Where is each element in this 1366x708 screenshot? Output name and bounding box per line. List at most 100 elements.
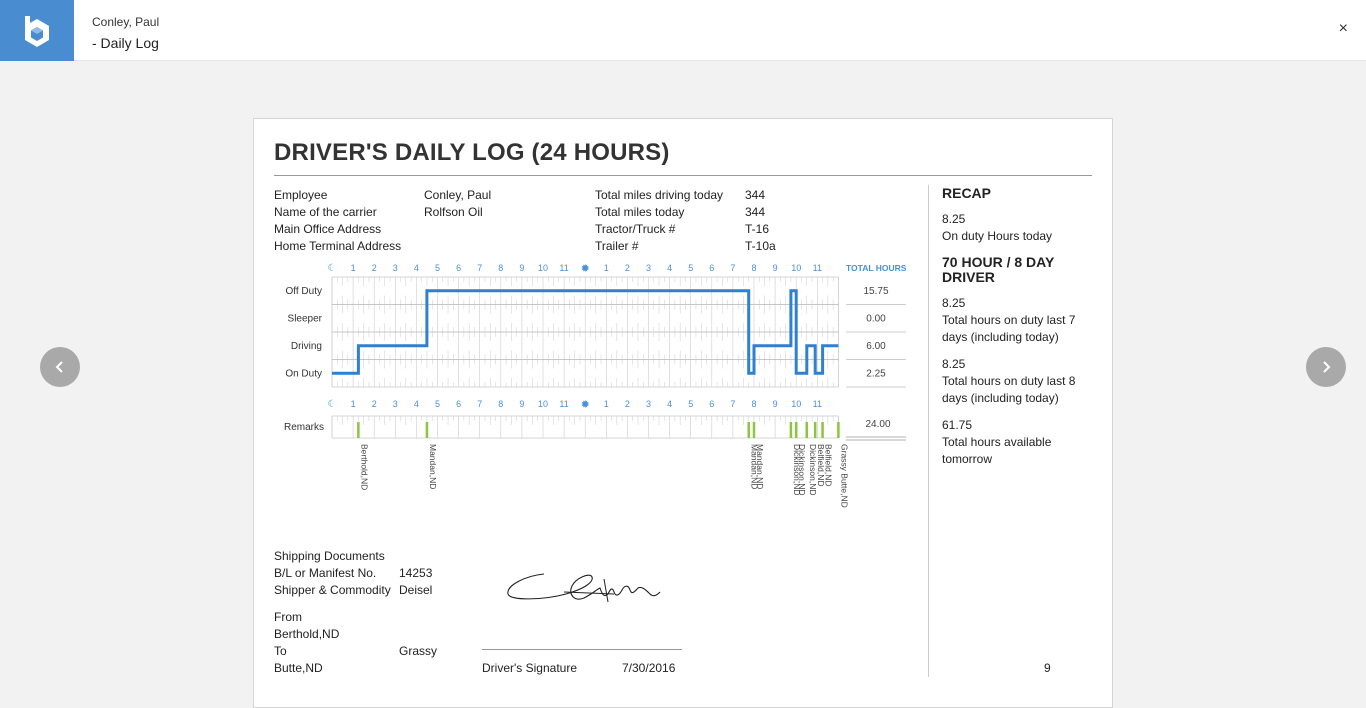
chevron-left-icon (55, 361, 63, 373)
to-value-line-2: Butte,ND (274, 661, 323, 675)
lower-hour-label: 3 (393, 399, 398, 409)
lower-hour-label: 9 (773, 399, 778, 409)
chevron-right-icon (1323, 361, 1331, 373)
top-hour-label: 5 (435, 263, 440, 273)
top-hour-label: 2 (625, 263, 630, 273)
signature-date: 7/30/2016 (622, 661, 676, 675)
top-hour-label: 7 (477, 263, 482, 273)
lower-hour-label: 5 (688, 399, 693, 409)
top-hour-label: 10 (538, 263, 548, 273)
row-total: 0.00 (866, 313, 886, 324)
app-logo[interactable] (0, 0, 74, 61)
trailer-value: T-10a (745, 239, 776, 253)
lower-hour-label: 5 (435, 399, 440, 409)
lower-noon-icon: ✹ (581, 399, 590, 411)
previous-page-button[interactable] (40, 347, 80, 387)
top-hour-label: 5 (688, 263, 693, 273)
top-hour-label: 9 (773, 263, 778, 273)
top-hour-label: 11 (559, 263, 568, 273)
remark-location: Grassy Butte,ND (839, 444, 849, 508)
top-hour-label: 6 (456, 263, 461, 273)
top-bar: Conley, Paul - Daily Log × (0, 0, 1366, 61)
on-duty-value: 8.25 (942, 212, 966, 226)
home-terminal-label: Home Terminal Address (274, 239, 402, 253)
miles-driving-label: Total miles driving today (595, 188, 724, 202)
row-label: Off Duty (286, 286, 323, 297)
lower-hour-label: 2 (625, 399, 630, 409)
recap-divider (928, 185, 929, 677)
driver-type: 70 HOUR / 8 DAY DRIVER (942, 254, 1055, 285)
top-hour-label: 6 (709, 263, 714, 273)
top-hour-label: 3 (646, 263, 651, 273)
employee-value: Conley, Paul (424, 188, 492, 202)
page-title: - Daily Log (92, 35, 159, 51)
row-total: 6.00 (866, 341, 886, 352)
lower-hour-label: 8 (498, 399, 503, 409)
top-hour-label: 2 (372, 263, 377, 273)
bl-label: B/L or Manifest No. (274, 566, 377, 580)
lower-hour-label: 10 (791, 399, 801, 409)
next-page-button[interactable] (1306, 347, 1346, 387)
lower-hour-label: 7 (477, 399, 482, 409)
top-hour-label: 3 (393, 263, 398, 273)
top-hour-label: 10 (791, 263, 801, 273)
remark-location: Mandan,ND (428, 444, 438, 489)
lower-hour-label: 6 (709, 399, 714, 409)
total-hours-label: TOTAL HOURS (846, 263, 907, 273)
row-label: Sleeper (288, 313, 323, 324)
log-title: DRIVER'S DAILY LOG (24 HOURS) (274, 139, 670, 166)
carrier-label: Name of the carrier (274, 205, 377, 219)
top-hour-label: 8 (751, 263, 756, 273)
lower-hour-label: 11 (559, 399, 568, 409)
signature-line (482, 649, 682, 650)
bl-value: 14253 (399, 566, 433, 580)
miles-today-value: 344 (745, 205, 766, 219)
close-button[interactable]: × (1339, 20, 1348, 38)
trailer-label: Trailer # (595, 239, 639, 253)
grand-total-value: 24.00 (865, 419, 890, 430)
lower-midnight-icon: ☾ (328, 399, 337, 410)
from-value: Berthold,ND (274, 627, 340, 641)
row-label: Driving (291, 341, 322, 352)
top-hour-label: 4 (667, 263, 672, 273)
on-duty-label: On duty Hours today (942, 229, 1053, 243)
remark-location: Belfield,ND (824, 444, 834, 487)
miles-today-label: Total miles today (595, 205, 685, 219)
recap-7-label: Total hours on duty last 7 days (includi… (942, 313, 1076, 344)
from-label: From (274, 610, 302, 624)
lower-hour-label: 8 (751, 399, 756, 409)
lower-hour-label: 6 (456, 399, 461, 409)
carrier-value: Rolfson Oil (424, 205, 483, 219)
shipping-heading: Shipping Documents (274, 549, 385, 563)
recap-panel: RECAP 8.25 On duty Hours today 70 HOUR /… (942, 186, 1082, 468)
recap-available-value: 61.75 (942, 418, 973, 432)
shipper-label: Shipper & Commodity (274, 583, 391, 597)
lower-hour-label: 3 (646, 399, 651, 409)
lower-hour-label: 4 (667, 399, 672, 409)
signature-label: Driver's Signature (482, 661, 577, 675)
lower-hour-label: 11 (813, 399, 822, 409)
remark-location: Mandan,ND (755, 444, 765, 489)
lower-hour-label: 4 (414, 399, 419, 409)
recap-7-value: 8.25 (942, 296, 966, 310)
miles-driving-value: 344 (745, 188, 766, 202)
top-hour-label: 11 (813, 263, 822, 273)
remarks-label: Remarks (284, 422, 324, 433)
daily-log-sheet: DRIVER'S DAILY LOG (24 HOURS) Employee N… (253, 118, 1113, 708)
to-label: To (274, 644, 287, 658)
employee-label: Employee (274, 188, 328, 202)
remark-location: Dickinson,ND (797, 444, 807, 496)
lower-hour-label: 7 (730, 399, 735, 409)
duty-status-grid: ☾ 1 2 3 4 5 6 7 8 9 10 11 1 2 3 4 5 6 7 8 9 10 11✹☾ 1 2 3 4 5 6 7 8 9 10… (284, 263, 907, 508)
to-value-line-1: Grassy (399, 644, 438, 658)
tractor-label: Tractor/Truck # (595, 222, 676, 236)
top-hour-label: 1 (604, 263, 609, 273)
lower-hour-label: 9 (519, 399, 524, 409)
tractor-value: T-16 (745, 222, 770, 236)
recap-title: RECAP (942, 185, 992, 201)
lower-hour-label: 1 (351, 399, 356, 409)
lower-hour-label: 2 (372, 399, 377, 409)
top-hour-label: 4 (414, 263, 419, 273)
top-hour-label: 9 (519, 263, 524, 273)
row-total: 15.75 (863, 286, 888, 297)
